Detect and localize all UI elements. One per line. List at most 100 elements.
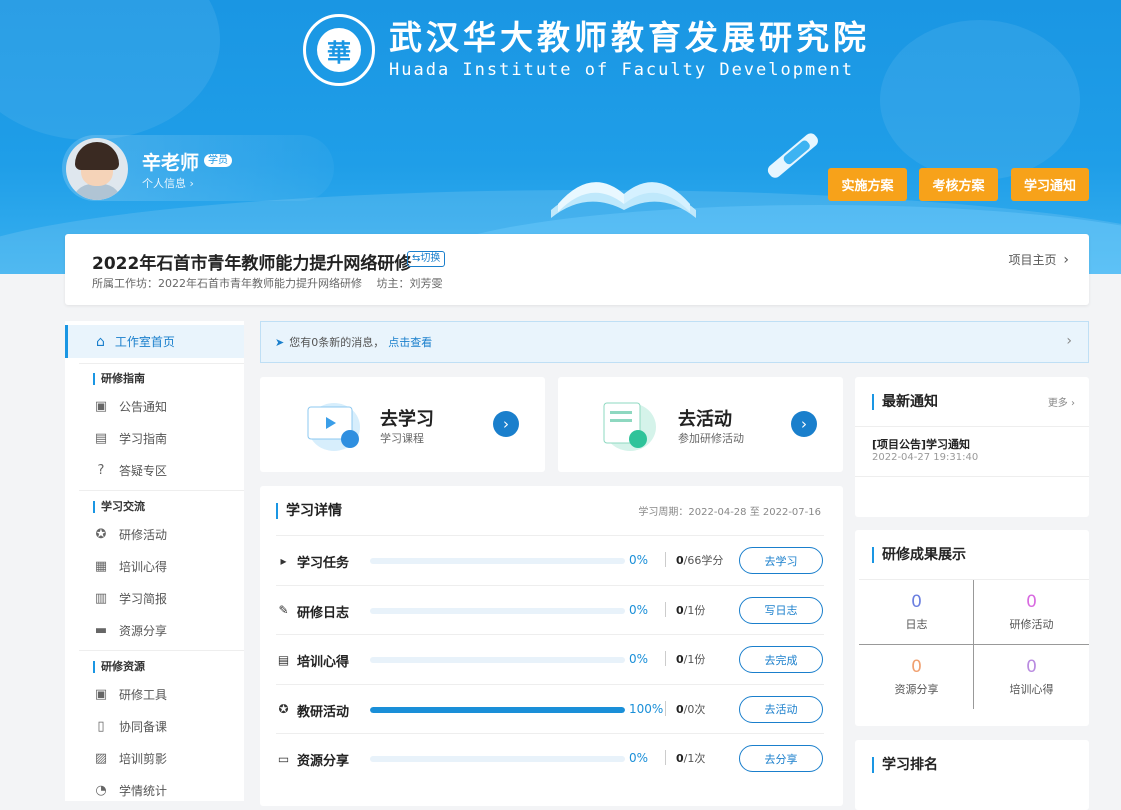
paper-plane-icon: ➤ [275, 335, 285, 349]
sidebar-section-title: 研修指南 [93, 373, 145, 385]
divider [79, 490, 244, 491]
study-task-row: ▭ 资源分享 0% 0/1次 去分享 [276, 733, 824, 782]
sidebar-item-activities[interactable]: ✪ 研修活动 [93, 526, 167, 543]
task-count: 0/0次 [676, 701, 705, 717]
institute-name-en: Huada Institute of Faculty Development [389, 60, 854, 80]
progress-percent: 0% [629, 751, 649, 765]
sidebar-item-statistics[interactable]: ◔ 学情统计 [93, 782, 167, 799]
report-icon: ▥ [94, 591, 108, 606]
task-name: 培训心得 [297, 655, 350, 670]
sidebar-item-announcements[interactable]: ▣ 公告通知 [93, 398, 167, 415]
task-done: 0 [676, 653, 684, 666]
task-count: 0/1次 [676, 750, 705, 766]
sidebar-item-label: 研修工具 [119, 688, 168, 702]
personal-info-link[interactable]: 个人信息 › [142, 175, 194, 191]
sidebar-item-label: 培训剪影 [119, 752, 168, 766]
sidebar-item-co-prep[interactable]: ▯ 协同备课 [93, 718, 167, 735]
achievement-value: 0 [911, 657, 922, 677]
task-name: 学习任务 [297, 556, 350, 571]
folder-icon: ▬ [94, 623, 108, 638]
briefcase-icon: ▣ [94, 399, 108, 414]
sidebar-item-label: 学习指南 [119, 432, 168, 446]
achievement-label: 研修活动 [1009, 618, 1054, 631]
task-done: 0 [676, 603, 684, 617]
doc-icon: ▤ [277, 652, 290, 667]
decor-blob [0, 0, 220, 140]
switch-project-button[interactable]: ⇆切换 [407, 251, 446, 267]
achievement-journal[interactable]: 0 日志 [859, 580, 974, 644]
sidebar: ⌂ 工作室首页 研修指南 ▣ 公告通知 ▤ 学习指南 ? 答疑专区 学习交流 ✪ 研修活… [65, 321, 244, 801]
achievement-resources[interactable]: 0 资源分享 [859, 645, 974, 709]
sidebar-item-resource-share[interactable]: ▬ 资源分享 [93, 622, 167, 639]
go-study-card[interactable]: 去学习 学习课程 › [260, 377, 545, 472]
progress-percent: 100% [629, 701, 664, 716]
logo-emblem-icon: 華 [303, 14, 375, 86]
task-total: /1份 [683, 653, 706, 666]
sidebar-item-label: 协同备课 [119, 720, 168, 734]
activity-icon [603, 402, 656, 451]
task-done: 0 [676, 702, 684, 716]
study-detail-panel: 学习详情 学习周期：2022-04-28 至 2022-07-16 ▸ 学习任务 0… [260, 486, 843, 806]
task-action-button[interactable]: 去活动 [739, 695, 823, 723]
arrow-right-icon[interactable]: › [493, 411, 519, 437]
decor-blob [880, 20, 1080, 180]
study-task-row: ✎ 研修日志 0% 0/1份 写日志 [276, 584, 824, 634]
progress-percent: 0% [629, 553, 649, 567]
sidebar-item-label: 工作室首页 [114, 335, 175, 349]
task-count: 0/66学分 [676, 552, 723, 568]
document-icon: ▦ [94, 559, 108, 574]
progress-bar [370, 706, 625, 713]
assessment-plan-button[interactable]: 考核方案 [919, 168, 998, 201]
open-book-icon [551, 182, 696, 218]
task-done: 0 [676, 752, 684, 765]
star-icon: ✪ [278, 702, 289, 716]
question-icon: ? [97, 463, 105, 478]
go-activity-card[interactable]: 去活动 参加研修活动 › [558, 377, 843, 472]
sidebar-item-home[interactable]: ⌂ 工作室首页 [65, 325, 244, 358]
sidebar-item-study-guide[interactable]: ▤ 学习指南 [93, 430, 167, 447]
sidebar-section-title: 学习交流 [93, 501, 145, 513]
divider [665, 750, 666, 765]
sidebar-item-label: 培训心得 [119, 560, 168, 574]
pen-icon: ✎ [278, 603, 289, 617]
achievement-value: 0 [1026, 657, 1037, 677]
sidebar-item-tools[interactable]: ▣ 研修工具 [93, 686, 167, 703]
sidebar-item-label: 资源分享 [119, 624, 168, 638]
notice-item-title[interactable]: [项目公告]学习通知 [872, 436, 970, 452]
arrow-right-icon[interactable]: › [791, 411, 817, 437]
task-action-button[interactable]: 写日志 [739, 596, 823, 624]
project-home-link[interactable]: 项目主页 › [1009, 251, 1069, 268]
task-action-button[interactable]: 去学习 [739, 547, 823, 574]
achievement-label: 培训心得 [1009, 683, 1054, 696]
achievements-grid: 0 日志 0 研修活动 0 资源分享 0 培训心得 [859, 579, 1089, 709]
progress-fill [370, 706, 625, 713]
task-total: /66学分 [683, 554, 724, 567]
sidebar-item-qa[interactable]: ? 答疑专区 [93, 462, 167, 479]
view-messages-link[interactable]: 点击查看 [388, 334, 432, 350]
folder-icon: ▭ [277, 751, 290, 766]
avatar[interactable] [66, 138, 128, 200]
task-name: 资源分享 [297, 754, 350, 769]
achievement-reflections[interactable]: 0 培训心得 [974, 645, 1089, 709]
achievement-activities[interactable]: 0 研修活动 [974, 580, 1089, 644]
task-action-button[interactable]: 去完成 [739, 646, 823, 673]
divider [855, 426, 1089, 427]
task-action-button[interactable]: 去分享 [739, 745, 823, 772]
sidebar-item-bulletin[interactable]: ▥ 学习简报 [93, 590, 167, 607]
message-bar[interactable]: ➤ 您有0条新的消息， 点击查看 › [260, 321, 1089, 363]
achievement-label: 资源分享 [894, 683, 939, 696]
chevron-right-icon[interactable]: › [1066, 333, 1072, 349]
sidebar-item-reflections[interactable]: ▦ 培训心得 [93, 558, 167, 575]
home-icon: ⌂ [96, 333, 105, 350]
sidebar-item-gallery[interactable]: ▨ 培训剪影 [93, 750, 167, 767]
go-activity-title: 去活动 [678, 409, 732, 430]
divider [665, 552, 666, 567]
user-role-badge: 学员 [204, 154, 232, 167]
more-notices-link[interactable]: 更多 › [1048, 394, 1075, 409]
project-home-label: 项目主页 [1008, 253, 1057, 267]
study-notice-button[interactable]: 学习通知 [1011, 168, 1089, 201]
task-total: /0次 [683, 702, 706, 716]
study-task-row: ▸ 学习任务 0% 0/66学分 去学习 [276, 535, 824, 584]
achievement-value: 0 [1026, 592, 1037, 612]
implementation-plan-button[interactable]: 实施方案 [828, 168, 907, 201]
